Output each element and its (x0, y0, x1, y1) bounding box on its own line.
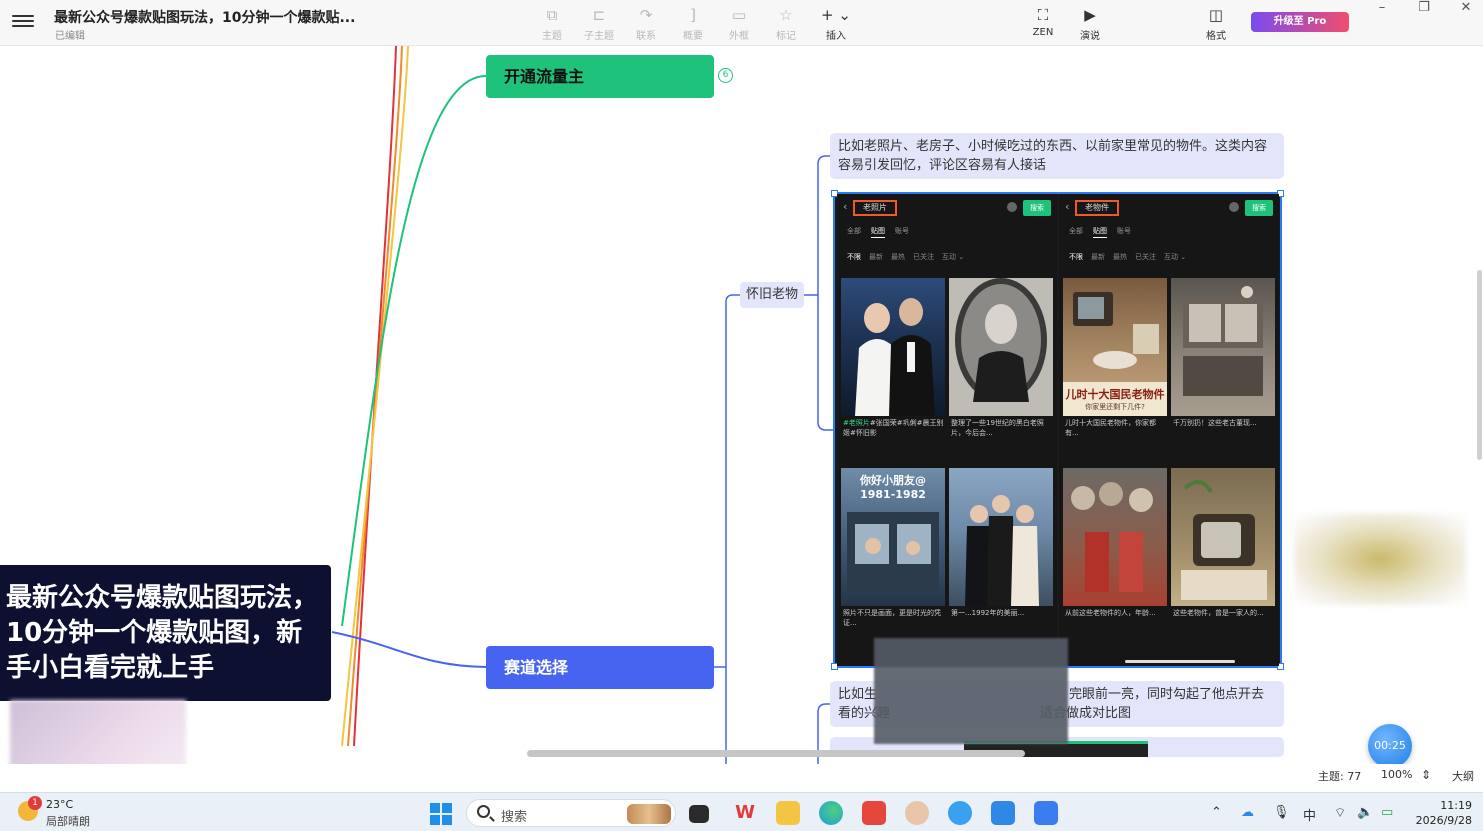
search-go-button: 搜索 (1245, 200, 1273, 216)
result-filters: 不限 最新 最热 已关注 互动 ⌄ (847, 253, 965, 261)
subtopic-button[interactable]: ⊏ 子主题 (579, 5, 619, 42)
search-go-button: 搜索 (1023, 200, 1051, 216)
home-indicator (1125, 660, 1235, 663)
node-open-traffic-owner[interactable]: 开通流量主 (486, 55, 714, 98)
thumb-old-cabinet (1171, 278, 1275, 416)
microphone-icon[interactable]: 🎙 (1273, 805, 1290, 820)
play-icon: ▶ (1084, 6, 1096, 24)
topic-count: 主题: 77 (1318, 770, 1362, 783)
status-bar: 主题: 77 100% ⇕ 大纲 (0, 764, 1483, 788)
panel-icon: ◫ (1208, 6, 1224, 24)
zen-button[interactable]: ⛶ ZEN (1023, 5, 1063, 38)
thumb-old-tv (1171, 468, 1275, 606)
start-button[interactable] (430, 803, 452, 825)
topic-icon: ⧉ (546, 6, 558, 24)
edge-icon[interactable] (819, 801, 843, 825)
outline-button[interactable]: 大纲 (1452, 768, 1474, 784)
thumb-train-photo: 你好小朋友@ 1981-1982 (841, 468, 945, 606)
search-panel-old-objects: ‹ 老物件 搜索 全部 贴图 账号 不限 最新 最热 已关注 互动 ⌄ 儿时十大国民老物件 … (1059, 194, 1279, 666)
search-panel-old-photos: ‹ 老照片 搜索 全部 贴图 账号 不限 最新 最热 已关注 互动 ⌄ #老照片#张国荣#巩… (837, 194, 1057, 666)
maximize-button[interactable]: ❐ (1406, 0, 1442, 20)
battery-icon[interactable]: ▭ (1381, 805, 1393, 820)
qq-browser-icon[interactable] (948, 801, 972, 825)
title-toolbar: 最新公众号爆款贴图玩法，10分钟一个爆款贴... 已编辑 ⧉ 主题 ⊏ 子主题 … (0, 0, 1483, 46)
screenshot-image[interactable]: ‹ 老照片 搜索 全部 贴图 账号 不限 最新 最热 已关注 互动 ⌄ #老照片#张国荣#巩… (831, 190, 1284, 670)
horizontal-scrollbar[interactable] (0, 748, 1483, 758)
thumb-rolls-items (1063, 468, 1167, 606)
avatar-app-icon[interactable] (905, 801, 929, 825)
clear-icon (1007, 202, 1017, 212)
marker-button[interactable]: ☆ 标记 (766, 5, 806, 42)
menu-icon[interactable] (12, 12, 34, 32)
taskbar-search[interactable]: 搜索 (466, 799, 676, 827)
recording-timer[interactable]: 00:25 (1368, 724, 1412, 764)
video-overlay-title: 最新公众号爆款贴图玩法，10分钟一个爆款贴图，新手小白看完就上手 (0, 565, 331, 701)
minimize-button[interactable]: – (1364, 0, 1400, 20)
chevron-up-icon[interactable]: ⌃ (1211, 805, 1222, 820)
wifi-icon[interactable]: ⌔ (1334, 805, 1346, 821)
boundary-button[interactable]: ▭ 外框 (719, 5, 759, 42)
folder-icon[interactable] (776, 801, 800, 825)
plus-icon: + ⌄ (821, 6, 851, 24)
topic-button[interactable]: ⧉ 主题 (532, 5, 572, 42)
result-filters: 不限 最新 最热 已关注 互动 ⌄ (1069, 253, 1187, 261)
boundary-icon: ▭ (731, 6, 747, 24)
note-nostalgia-desc[interactable]: 比如老照片、老房子、小时候吃过的东西、以前家里常见的物件。这类内容容易引发回忆，… (830, 133, 1284, 179)
document-title[interactable]: 最新公众号爆款贴图玩法，10分钟一个爆款贴... (54, 7, 355, 27)
system-clock[interactable]: 11:19 2026/9/28 (1412, 798, 1472, 828)
zoom-stepper-icon[interactable]: ⇕ (1421, 768, 1431, 782)
thumb-old-tv-table: 儿时十大国民老物件 你家里还剩下几件? (1063, 278, 1167, 416)
close-button[interactable]: ✕ (1448, 0, 1483, 20)
search-highlight-image (627, 804, 671, 824)
save-status: 已编辑 (55, 31, 85, 42)
thumb-group-photo (949, 468, 1053, 606)
clear-icon (1229, 202, 1239, 212)
zoom-level[interactable]: 100% (1381, 768, 1412, 781)
thumb-bw-portrait (949, 278, 1053, 416)
node-nostalgia[interactable]: 怀旧老物 (740, 282, 804, 308)
search-keyword-box: 老照片 (853, 200, 897, 216)
vertical-scrollbar[interactable] (1477, 46, 1483, 764)
weather-temperature[interactable]: 23°C (46, 798, 73, 811)
chat-app-icon[interactable] (991, 801, 1015, 825)
subtopic-icon: ⊏ (592, 6, 606, 24)
node-track-selection[interactable]: 赛道选择 (486, 646, 714, 689)
blurred-watermark (1294, 513, 1466, 605)
collapse-count-badge[interactable]: 6 (718, 68, 733, 83)
wps-icon[interactable]: W (733, 801, 757, 825)
blurred-region (874, 638, 1068, 744)
task-view-icon[interactable] (689, 805, 709, 823)
xmind-icon[interactable] (862, 801, 886, 825)
ime-indicator[interactable]: 中 (1303, 805, 1316, 824)
search-keyword-box: 老物件 (1075, 200, 1119, 216)
cloud-icon[interactable]: ☁ (1241, 805, 1254, 820)
present-button[interactable]: ▶ 演说 (1070, 5, 1110, 42)
volume-icon[interactable]: 🔈 (1357, 805, 1373, 820)
relation-button[interactable]: ↷ 联系 (626, 5, 666, 42)
format-button[interactable]: ◫ 格式 (1196, 5, 1236, 42)
upgrade-pro-button[interactable]: 升级至 Pro (1251, 12, 1349, 32)
summary-icon: ] (690, 6, 696, 24)
star-icon: ☆ (779, 6, 793, 24)
back-icon: ‹ (1065, 200, 1070, 213)
relation-icon: ↷ (639, 6, 653, 24)
weather-description[interactable]: 局部晴朗 (46, 813, 90, 829)
windows-taskbar: 1 23°C 局部晴朗 搜索 W ⌃ ☁ 🎙 中 ⌔ 🔈 ▭ 11:19 202… (0, 792, 1483, 831)
fullscreen-icon: ⛶ (1037, 6, 1049, 24)
phone-link-icon[interactable] (1034, 801, 1058, 825)
thumb-couple-photo (841, 278, 945, 416)
notification-badge: 1 (28, 796, 42, 810)
search-icon (477, 805, 490, 818)
mindmap-canvas[interactable]: 开通流量主 6 赛道选择 怀旧老物 比如老照片、老房子、小时候吃过的东西、以前家… (0, 46, 1483, 764)
result-tabs: 全部 贴图 账号 (847, 226, 919, 238)
summary-button[interactable]: ] 概要 (673, 5, 713, 42)
back-icon: ‹ (843, 200, 848, 213)
insert-button[interactable]: + ⌄ 插入 (816, 5, 856, 42)
result-tabs: 全部 贴图 账号 (1069, 226, 1141, 238)
